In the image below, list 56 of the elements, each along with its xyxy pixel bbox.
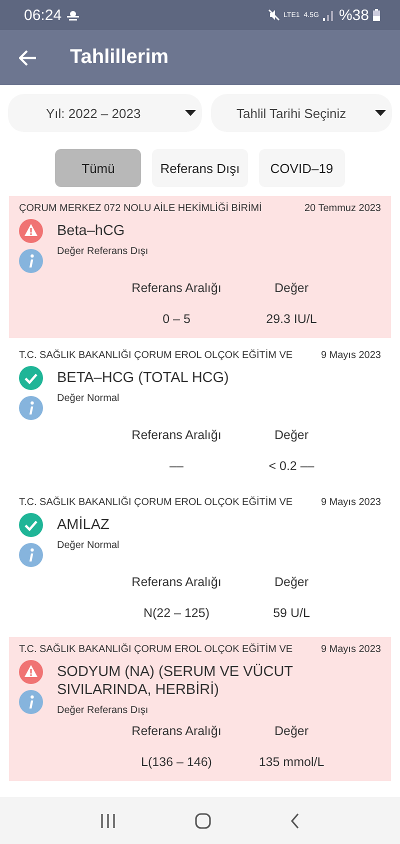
- reference-range: N(22 – 125): [143, 606, 210, 620]
- lab-name: T.C. SAĞLIK BAKANLIĞI ÇORUM EROL OLÇOK EĞİTİM VE: [19, 644, 293, 655]
- battery-percent: %38: [338, 6, 369, 24]
- weather-icon: [66, 9, 80, 21]
- lab-name: ÇORUM MERKEZ 072 NOLU AİLE HEKİMLİĞİ BİRİMİ: [19, 203, 262, 214]
- warning-icon: [19, 219, 43, 243]
- column-header: Referans Aralığı: [132, 724, 222, 738]
- test-name: Beta–hCG: [57, 222, 126, 240]
- dropdown[interactable]: Yıl: 2022 – 2023: [8, 94, 202, 132]
- result-value: 135 mmol/L: [258, 755, 324, 769]
- check-icon: [19, 513, 43, 537]
- test-name: BETA–HCG (TOTAL HCG): [57, 369, 229, 387]
- lab-name: T.C. SAĞLIK BAKANLIĞI ÇORUM EROL OLÇOK EĞİTİM VE: [19, 497, 293, 508]
- filter-tab[interactable]: Referans Dışı: [152, 149, 248, 187]
- result-status: Değer Referans Dışı: [57, 705, 150, 716]
- dropdown[interactable]: Tahlil Tarihi Seçiniz: [210, 94, 392, 132]
- test-name: AMİLAZ: [57, 516, 110, 534]
- warning-icon: [19, 660, 43, 684]
- result-value: < 0.2 ––: [268, 459, 314, 473]
- screen-title: Tahlillerim: [70, 46, 169, 69]
- result-status: Değer Normal: [57, 540, 120, 551]
- column-header: Referans Aralığı: [132, 428, 222, 442]
- result-value: 59 U/L: [273, 606, 310, 620]
- column-header: Referans Aralığı: [132, 575, 222, 589]
- recent-apps-icon[interactable]: [100, 814, 116, 828]
- reference-range: ––: [170, 459, 184, 473]
- result-date: 9 Mayıs 2023: [320, 644, 381, 655]
- filter-tab[interactable]: COVID–19: [258, 149, 345, 187]
- result-card[interactable]: ÇORUM MERKEZ 072 NOLU AİLE HEKİMLİĞİ BİRİMİ 20 Temmuz 2023 Beta–hCG Değer Referans Dışı Referans Aralığı Değer 0 – 5 29.3 IU/L: [9, 196, 391, 338]
- test-name: SODYUM (NA) (SERUM VE VÜCUT SIVILARINDA, HERBİRİ): [57, 663, 294, 699]
- result-date: 9 Mayıs 2023: [320, 497, 381, 508]
- check-icon: [19, 366, 43, 390]
- status-time: 06:24: [24, 6, 62, 24]
- column-header: Değer: [274, 428, 309, 442]
- caret-icon: [184, 110, 196, 116]
- filter-tab[interactable]: Tümü: [55, 149, 142, 187]
- result-status: Değer Referans Dışı: [57, 246, 148, 257]
- mute-icon: [268, 9, 280, 21]
- result-value: 29.3 IU/L: [266, 312, 317, 326]
- column-header: Değer: [274, 575, 309, 589]
- caret-icon: [375, 110, 386, 116]
- result-status: Değer Normal: [57, 393, 120, 404]
- reference-range: 0 – 5: [162, 312, 190, 326]
- lab-name: T.C. SAĞLIK BAKANLIĞI ÇORUM EROL OLÇOK EĞİTİM VE: [19, 350, 293, 361]
- back-icon[interactable]: [19, 50, 37, 66]
- home-icon[interactable]: [194, 812, 211, 828]
- signal-icon: [322, 10, 335, 20]
- column-header: Değer: [274, 724, 309, 738]
- result-date: 9 Mayıs 2023: [320, 350, 381, 361]
- column-header: Referans Aralığı: [132, 281, 222, 295]
- battery-icon: [373, 9, 380, 21]
- reference-range: L(136 – 146): [141, 755, 212, 769]
- column-header: Değer: [274, 281, 309, 295]
- result-date: 20 Temmuz 2023: [304, 203, 381, 214]
- result-card[interactable]: T.C. SAĞLIK BAKANLIĞI ÇORUM EROL OLÇOK EĞİTİM VE 9 Mayıs 2023 SODYUM (NA) (SERUM VE VÜCUT SIVILARINDA, HERBİRİ) Değer Referans Dışı Referans Aralığı Değer L(136 – 146) 135 mmol/L: [9, 637, 391, 781]
- back-nav-icon[interactable]: [290, 812, 300, 828]
